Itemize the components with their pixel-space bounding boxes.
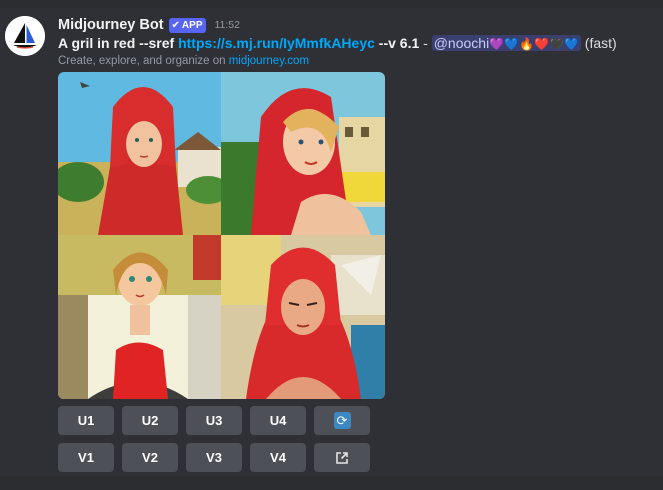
sref-flag: --sref <box>139 35 175 51</box>
app-badge-label: APP <box>181 19 203 31</box>
generated-image-1[interactable] <box>58 72 221 235</box>
variation-4-button[interactable]: V4 <box>250 443 306 472</box>
upscale-4-button[interactable]: U4 <box>250 406 306 435</box>
generated-image-4[interactable] <box>221 235 385 399</box>
refresh-icon: ⟳ <box>333 412 351 429</box>
generated-image-3[interactable] <box>58 235 221 399</box>
variation-row: V1 V2 V3 V4 <box>58 443 370 472</box>
heart-emoji: 💜 <box>489 37 505 51</box>
variation-1-button[interactable]: V1 <box>58 443 114 472</box>
bot-avatar[interactable] <box>5 16 45 56</box>
variation-2-button[interactable]: V2 <box>122 443 178 472</box>
image-grid[interactable] <box>58 72 385 399</box>
message-timestamp[interactable]: 11:52 <box>214 19 240 31</box>
heart-emoji: ❤️ <box>534 37 549 51</box>
open-web-button[interactable] <box>314 443 370 472</box>
action-buttons: U1 U2 U3 U4 ⟳ V1 V2 V3 V4 <box>58 406 370 480</box>
sref-link[interactable]: https://s.mj.run/IyMmfkAHeyc <box>178 35 375 51</box>
variation-3-button[interactable]: V3 <box>186 443 242 472</box>
top-bar <box>0 0 663 8</box>
midjourney-site-link[interactable]: midjourney.com <box>229 55 309 67</box>
message-subtext: Create, explore, and organize on midjour… <box>58 55 309 67</box>
speed-label: (fast) <box>584 35 617 51</box>
upscale-row: U1 U2 U3 U4 ⟳ <box>58 406 370 435</box>
heart-emoji: 💙 <box>504 37 520 51</box>
checkmark-icon: ✔ <box>171 19 180 31</box>
heart-emoji: 💙 <box>563 37 579 51</box>
mention-label: @noochi <box>433 35 490 51</box>
subtext-prefix: Create, explore, and organize on <box>58 55 226 67</box>
reroll-button[interactable]: ⟳ <box>314 406 370 435</box>
external-link-icon <box>336 451 348 464</box>
prompt-text: A gril in red <box>58 35 136 51</box>
upscale-2-button[interactable]: U2 <box>122 406 178 435</box>
fire-emoji: 🔥 <box>519 37 535 51</box>
heart-emoji: 🖤 <box>549 37 564 51</box>
sailboat-icon <box>5 16 45 56</box>
version-flag: --v 6.1 <box>378 35 420 51</box>
generated-image-2[interactable] <box>221 72 385 235</box>
upscale-3-button[interactable]: U3 <box>186 406 242 435</box>
message-content: A gril in red --sref https://s.mj.run/Iy… <box>58 35 660 53</box>
bot-username[interactable]: Midjourney Bot <box>58 17 164 33</box>
message-header: Midjourney Bot ✔ APP 11:52 <box>58 16 240 34</box>
upscale-1-button[interactable]: U1 <box>58 406 114 435</box>
separator: - <box>423 35 428 51</box>
app-badge: ✔ APP <box>168 17 207 33</box>
bottom-bar <box>0 476 663 490</box>
user-mention[interactable]: @noochi💜💙🔥❤️🖤💙 <box>431 35 581 51</box>
